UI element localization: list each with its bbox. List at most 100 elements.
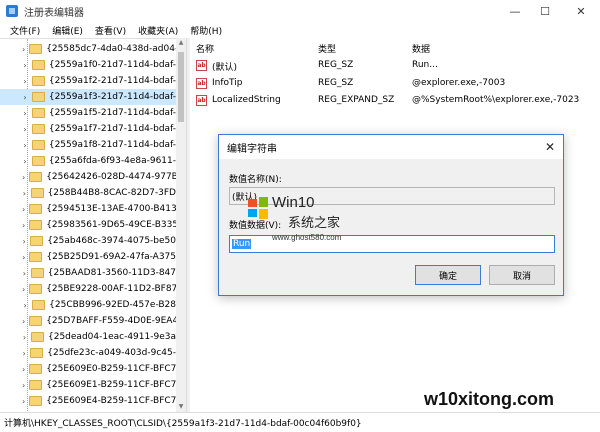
chevron-right-icon[interactable]: ›	[22, 157, 28, 166]
chevron-right-icon[interactable]: ›	[22, 285, 25, 294]
folder-icon	[30, 236, 44, 246]
minimize-button[interactable]: —	[500, 0, 530, 22]
menu-file[interactable]: 文件(F)	[4, 24, 46, 37]
tree-item[interactable]: › {25B25D91-69A2-47fa-A375	[0, 249, 176, 265]
tree-item[interactable]: › {2559a1f5-21d7-11d4-bdaf-	[0, 105, 176, 121]
folder-icon	[30, 268, 44, 278]
column-header-type[interactable]: 类型	[318, 42, 336, 58]
chevron-right-icon[interactable]: ›	[22, 365, 25, 374]
tree-item-label: {25983561-9D65-49CE-B335	[46, 220, 176, 230]
tree-item-label: {2559a1f0-21d7-11d4-bdaf-	[48, 60, 176, 70]
title-bar: 注册表编辑器 — ☐ ✕	[0, 0, 600, 22]
maximize-button[interactable]: ☐	[530, 0, 560, 22]
chevron-right-icon[interactable]: ›	[22, 301, 28, 310]
chevron-right-icon[interactable]: ›	[22, 77, 28, 86]
tree-item[interactable]: › {25983561-9D65-49CE-B335	[0, 217, 176, 233]
folder-icon	[31, 76, 45, 86]
tree-item[interactable]: › {25585dc7-4da0-438d-ad04-	[0, 41, 176, 57]
tree-item[interactable]: › {25BAAD81-3560-11D3-847	[0, 265, 176, 281]
scroll-up-icon[interactable]: ▲	[176, 38, 186, 48]
chevron-right-icon[interactable]: ›	[22, 173, 25, 182]
chevron-right-icon[interactable]: ›	[22, 221, 25, 230]
tree-item[interactable]: › {2559a1f0-21d7-11d4-bdaf-	[0, 57, 176, 73]
tree-item-label: {2559a1f8-21d7-11d4-bdaf-	[48, 140, 176, 150]
chevron-right-icon[interactable]: ›	[22, 317, 25, 326]
scroll-thumb[interactable]	[178, 52, 184, 122]
dialog-body: 数值名称(N): (默认) 数值数据(V): Run 确定 取消	[219, 159, 563, 295]
tree-item-label: {2559a1f7-21d7-11d4-bdaf-	[48, 124, 176, 134]
tree-item[interactable]: › {25642426-028D-4474-977B	[0, 169, 176, 185]
tree-item[interactable]: › {25E609E0-B259-11CF-BFC7	[0, 361, 176, 377]
chevron-right-icon[interactable]: ›	[22, 189, 27, 198]
folder-icon	[31, 332, 44, 342]
value-row[interactable]: ab LocalizedString REG_EXPAND_SZ @%Syste…	[190, 93, 600, 109]
column-header-data[interactable]: 数据	[412, 42, 430, 58]
menu-help[interactable]: 帮助(H)	[184, 24, 228, 37]
tree-item[interactable]: › {25D7BAFF-F559-4D0E-9EA4	[0, 313, 176, 329]
folder-icon	[29, 380, 43, 390]
tree-item[interactable]: › {258B44B8-8CAC-82D7-3FD	[0, 185, 176, 201]
tree-item[interactable]: › {25ab468c-3974-4075-be50	[0, 233, 176, 249]
value-data-text[interactable]: Run	[232, 239, 252, 249]
folder-icon	[29, 44, 43, 54]
chevron-right-icon[interactable]: ›	[22, 61, 28, 70]
menu-edit[interactable]: 编辑(E)	[46, 24, 89, 37]
chevron-right-icon[interactable]: ›	[22, 125, 28, 134]
close-button[interactable]: ✕	[566, 0, 596, 22]
tree-item-label: {25E609E0-B259-11CF-BFC7	[46, 364, 176, 374]
tree-item-label: {25BAAD81-3560-11D3-847	[47, 268, 176, 278]
folder-icon	[32, 300, 46, 310]
folder-icon	[30, 188, 44, 198]
windows-logo-watermark-icon	[248, 197, 268, 219]
scroll-down-icon[interactable]: ▼	[176, 402, 186, 412]
chevron-right-icon[interactable]: ›	[22, 333, 27, 342]
tree-item[interactable]: › {255a6fda-6f93-4e8a-9611-	[0, 153, 176, 169]
tree-item-label: {25dead04-1eac-4911-9e3a	[48, 332, 176, 342]
chevron-right-icon[interactable]: ›	[22, 205, 25, 214]
chevron-right-icon[interactable]: ›	[22, 109, 28, 118]
value-row[interactable]: ab (默认) REG_SZ Run...	[190, 58, 600, 74]
tree-item-label: {2559a1f3-21d7-11d4-bdaf-	[48, 92, 176, 102]
tree-item-label: {25E609E1-B259-11CF-BFC7	[46, 380, 176, 390]
watermark-system-home: 系统之家	[288, 216, 341, 231]
tree-item-label: {25CBB996-92ED-457e-B28	[49, 300, 176, 310]
menu-favorites[interactable]: 收藏夹(A)	[132, 24, 184, 37]
tree-item[interactable]: › {2559a1f3-21d7-11d4-bdaf-	[0, 89, 176, 105]
value-type: REG_EXPAND_SZ	[318, 95, 395, 105]
cancel-button[interactable]: 取消	[489, 265, 555, 285]
ok-button[interactable]: 确定	[415, 265, 481, 285]
chevron-right-icon[interactable]: ›	[22, 269, 27, 278]
tree-item[interactable]: › {2594513E-13AE-4700-B413	[0, 201, 176, 217]
chevron-right-icon[interactable]: ›	[22, 397, 25, 406]
status-path: 计算机\HKEY_CLASSES_ROOT\CLSID\{2559a1f3-21…	[4, 419, 362, 429]
chevron-right-icon[interactable]: ›	[22, 349, 26, 358]
value-data: Run...	[412, 60, 438, 70]
value-row[interactable]: ab InfoTip REG_SZ @explorer.exe,-7003	[190, 76, 600, 92]
tree-item[interactable]: › {25dead04-1eac-4911-9e3a	[0, 329, 176, 345]
dialog-close-button[interactable]: ✕	[537, 135, 563, 159]
folder-icon	[29, 220, 43, 230]
tree-item[interactable]: › {25E609E1-B259-11CF-BFC7	[0, 377, 176, 393]
chevron-right-icon[interactable]: ›	[22, 93, 28, 102]
tree-item[interactable]: › {25CBB996-92ED-457e-B28	[0, 297, 176, 313]
tree-item[interactable]: › {2559a1f7-21d7-11d4-bdaf-	[0, 121, 176, 137]
tree-scrollbar[interactable]: ▲ ▼	[176, 38, 186, 412]
chevron-right-icon[interactable]: ›	[22, 237, 26, 246]
watermark-url: www.ghost580.com	[272, 233, 342, 242]
tree-item[interactable]: › {25dfe23c-a049-403d-9c45-	[0, 345, 176, 361]
tree-item[interactable]: › {25E609E4-B259-11CF-BFC7	[0, 393, 176, 409]
chevron-right-icon[interactable]: ›	[22, 45, 25, 54]
tree-item[interactable]: › {2559a1f8-21d7-11d4-bdaf-	[0, 137, 176, 153]
chevron-right-icon[interactable]: ›	[22, 381, 25, 390]
column-header-name[interactable]: 名称	[196, 42, 214, 58]
folder-icon	[31, 156, 45, 166]
registry-editor-icon	[6, 5, 18, 17]
key-tree[interactable]: › {25585dc7-4da0-438d-ad04- › {2559a1f0-21d…	[0, 38, 186, 412]
tree-item[interactable]: › {25BE9228-00AF-11D2-BF87	[0, 281, 176, 297]
folder-icon	[30, 348, 44, 358]
chevron-right-icon[interactable]: ›	[22, 253, 25, 262]
watermark-bottom: w10xitong.com	[424, 389, 555, 409]
menu-view[interactable]: 查看(V)	[89, 24, 132, 37]
tree-item[interactable]: › {2559a1f2-21d7-11d4-bdaf-	[0, 73, 176, 89]
chevron-right-icon[interactable]: ›	[22, 141, 28, 150]
